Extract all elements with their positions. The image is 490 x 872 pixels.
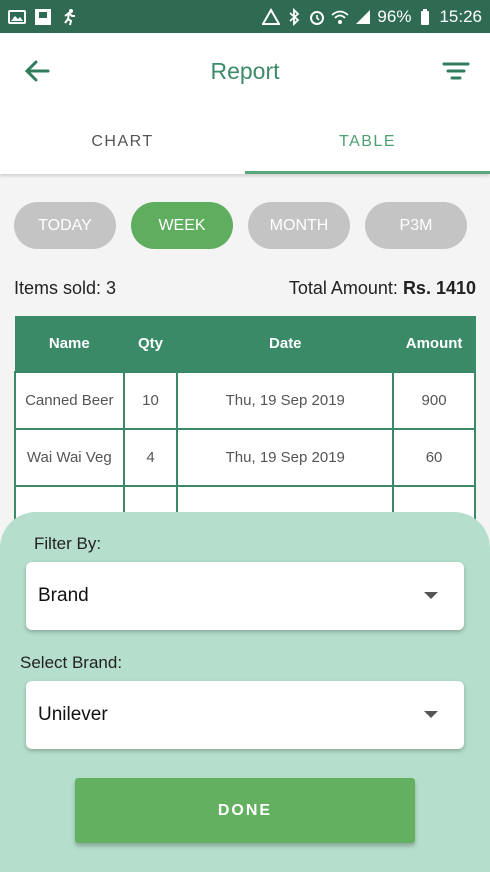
clock: 15:26 bbox=[439, 6, 482, 26]
table-header-row: Name Qty Date Amount bbox=[14, 316, 476, 372]
header-date: Date bbox=[176, 316, 394, 372]
dropdown-arrow-icon bbox=[424, 711, 438, 718]
alarm-icon bbox=[308, 8, 326, 26]
sales-table: Name Qty Date Amount Canned Beer 10 Thu,… bbox=[14, 316, 476, 544]
cell-qty: 4 bbox=[122, 427, 179, 487]
brand-value: Unilever bbox=[38, 704, 108, 725]
wifi-icon bbox=[331, 8, 350, 26]
cell-date: Thu, 19 Sep 2019 bbox=[176, 370, 395, 430]
back-button[interactable] bbox=[22, 57, 54, 85]
battery-percent: 96% bbox=[377, 6, 412, 26]
period-chips: TODAY WEEK MONTH P3M bbox=[14, 202, 467, 249]
arrow-left-icon bbox=[24, 60, 50, 82]
status-right: 96% 15:26 bbox=[262, 7, 482, 27]
tab-chart[interactable]: CHART bbox=[0, 109, 245, 174]
bluetooth-icon bbox=[285, 7, 303, 26]
filter-bottom-sheet: Filter By: Brand Select Brand: Unilever … bbox=[0, 512, 490, 872]
image-icon bbox=[8, 8, 26, 26]
cell-date: Thu, 19 Sep 2019 bbox=[176, 427, 395, 487]
cell-amount: 900 bbox=[392, 370, 476, 430]
filter-button[interactable] bbox=[440, 57, 472, 85]
filter-icon bbox=[442, 62, 470, 80]
filter-by-dropdown[interactable]: Brand bbox=[26, 562, 464, 630]
running-icon bbox=[60, 8, 78, 26]
screenshot-icon bbox=[34, 8, 52, 26]
done-button[interactable]: DONE bbox=[75, 778, 415, 843]
battery-icon bbox=[416, 8, 434, 26]
network-icon bbox=[262, 7, 281, 26]
total-label: Total Amount: bbox=[288, 278, 398, 298]
total-value: Rs. 1410 bbox=[402, 278, 476, 298]
table-row[interactable]: Wai Wai Veg 4 Thu, 19 Sep 2019 60 bbox=[14, 427, 476, 487]
select-brand-label: Select Brand: bbox=[20, 653, 123, 672]
filter-by-label: Filter By: bbox=[34, 534, 102, 553]
items-sold: Items sold: 3 bbox=[14, 278, 117, 298]
chip-today[interactable]: TODAY bbox=[14, 202, 116, 249]
cell-name: Wai Wai Veg bbox=[14, 427, 125, 487]
chip-p3m[interactable]: P3M bbox=[365, 202, 467, 249]
chip-month[interactable]: MONTH bbox=[248, 202, 350, 249]
tab-bar: CHART TABLE bbox=[0, 109, 490, 174]
status-left-icons bbox=[8, 8, 78, 26]
tab-table[interactable]: TABLE bbox=[245, 109, 490, 174]
table-row[interactable]: Canned Beer 10 Thu, 19 Sep 2019 900 bbox=[14, 370, 476, 430]
app-bar: Report bbox=[0, 33, 490, 109]
dropdown-arrow-icon bbox=[424, 592, 438, 599]
cell-amount: 60 bbox=[392, 427, 476, 487]
filter-by-value: Brand bbox=[38, 585, 89, 606]
page-title: Report bbox=[210, 57, 280, 84]
header-qty: Qty bbox=[123, 316, 178, 372]
header-name: Name bbox=[14, 316, 125, 372]
signal-icon bbox=[354, 8, 372, 26]
summary-row: Items sold: 3 Total Amount: Rs. 1410 bbox=[14, 278, 476, 299]
status-bar: 96% 15:26 bbox=[0, 0, 490, 33]
total-amount: Total Amount: Rs. 1410 bbox=[289, 278, 476, 299]
cell-qty: 10 bbox=[122, 370, 179, 430]
brand-dropdown[interactable]: Unilever bbox=[26, 681, 464, 749]
chip-week[interactable]: WEEK bbox=[131, 202, 233, 249]
cell-name: Canned Beer bbox=[14, 370, 125, 430]
header-amount: Amount bbox=[392, 316, 476, 372]
